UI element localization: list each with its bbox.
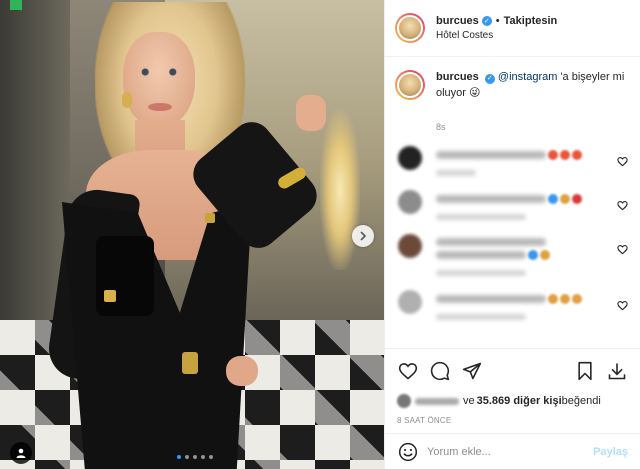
emoji-icon — [572, 293, 582, 304]
follow-status-button[interactable]: Takiptesin — [504, 14, 558, 28]
carousel-indicator — [177, 455, 213, 459]
carousel-dot-active — [177, 455, 181, 459]
add-comment-bar: Paylaş — [385, 433, 640, 469]
commenter-avatar[interactable] — [398, 189, 422, 214]
emoji-icon — [560, 293, 570, 304]
separator: • — [495, 15, 500, 28]
carousel-dot — [209, 455, 213, 459]
comment-row — [395, 189, 630, 220]
comment-like-button[interactable] — [617, 298, 628, 316]
download-icon — [608, 363, 626, 379]
location-link[interactable]: Hôtel Costes — [436, 29, 557, 42]
commenter-avatar[interactable] — [398, 233, 422, 258]
comment-row — [395, 145, 630, 176]
emoji-button[interactable] — [397, 441, 419, 463]
heart-icon — [617, 156, 628, 167]
comment-meta-blurred — [436, 213, 526, 220]
next-image-button[interactable] — [352, 225, 374, 247]
comment-icon — [430, 361, 450, 380]
comment-like-button[interactable] — [617, 242, 628, 260]
caption-mention[interactable]: @instagram — [498, 71, 557, 83]
share-button[interactable] — [461, 360, 483, 382]
heart-icon — [617, 300, 628, 311]
action-bar — [385, 348, 640, 392]
comment-like-button[interactable] — [617, 154, 628, 172]
caption-avatar[interactable] — [395, 70, 425, 100]
carousel-dot — [201, 455, 205, 459]
verified-icon: ✓ — [481, 16, 492, 27]
comment-text-blurred — [436, 194, 546, 203]
instagram-post: burcues ✓ • Takiptesin Hôtel Costes burc… — [0, 0, 640, 469]
comments-list[interactable]: burcues ✓ @instagram 'a bişeyler mi oluy… — [385, 57, 640, 348]
post-header: burcues ✓ • Takiptesin Hôtel Costes — [385, 0, 640, 57]
comment-text-blurred — [436, 237, 546, 246]
comment-like-button[interactable] — [617, 198, 628, 216]
emoji-icon — [528, 249, 538, 260]
carousel-dot — [185, 455, 189, 459]
caption-time: 8s — [436, 121, 446, 132]
likes-count[interactable]: 35.869 diğer kişi — [477, 395, 562, 407]
liker-name[interactable] — [415, 397, 459, 405]
comment-text-blurred — [436, 294, 546, 303]
comment-row — [395, 233, 630, 276]
comment-meta-blurred — [436, 313, 526, 320]
emoji-icon — [560, 149, 570, 160]
user-tag-icon — [16, 448, 26, 458]
emoji-icon — [572, 193, 582, 204]
caption: burcues ✓ @instagram 'a bişeyler mi oluy… — [395, 70, 630, 102]
comment-meta-blurred — [436, 169, 476, 176]
bookmark-icon — [578, 361, 592, 380]
carousel-dot — [193, 455, 197, 459]
comment-meta-blurred — [436, 269, 526, 276]
share-icon — [462, 362, 482, 379]
comment-text-blurred — [436, 150, 546, 159]
comment-input[interactable] — [427, 445, 594, 458]
save-button[interactable] — [574, 360, 596, 382]
likes-summary: ve 35.869 diğer kişi beğendi — [385, 392, 640, 410]
avatar[interactable] — [395, 13, 425, 43]
user-tag-button[interactable] — [10, 442, 32, 464]
emoji-icon — [548, 149, 558, 160]
post-photo[interactable] — [0, 0, 384, 469]
liker-avatar[interactable] — [397, 394, 411, 408]
chevron-right-icon — [360, 231, 367, 241]
like-button[interactable] — [397, 360, 419, 382]
emoji-icon — [540, 249, 550, 260]
commenter-avatar[interactable] — [398, 145, 422, 170]
post-comment-button[interactable]: Paylaş — [593, 446, 628, 458]
heart-icon — [617, 244, 628, 255]
download-button[interactable] — [606, 360, 628, 382]
emoji-icon — [548, 293, 558, 304]
commenter-avatar[interactable] — [398, 289, 422, 314]
smile-icon — [398, 442, 418, 461]
comment-row — [395, 289, 630, 320]
emoji-icon — [560, 193, 570, 204]
emoji-icon — [548, 193, 558, 204]
emoji-icon — [572, 149, 582, 160]
comment-button[interactable] — [429, 360, 451, 382]
post-panel: burcues ✓ • Takiptesin Hôtel Costes burc… — [384, 0, 640, 469]
post-time-ago: 8 SAAT ÖNCE — [397, 416, 452, 425]
heart-icon — [617, 200, 628, 211]
verified-icon: ✓ — [484, 74, 495, 85]
comment-text-blurred — [436, 250, 526, 259]
heart-icon — [398, 362, 418, 380]
caption-username[interactable]: burcues — [436, 71, 479, 83]
header-username[interactable]: burcues — [436, 14, 479, 28]
exit-sign-icon — [10, 0, 22, 10]
